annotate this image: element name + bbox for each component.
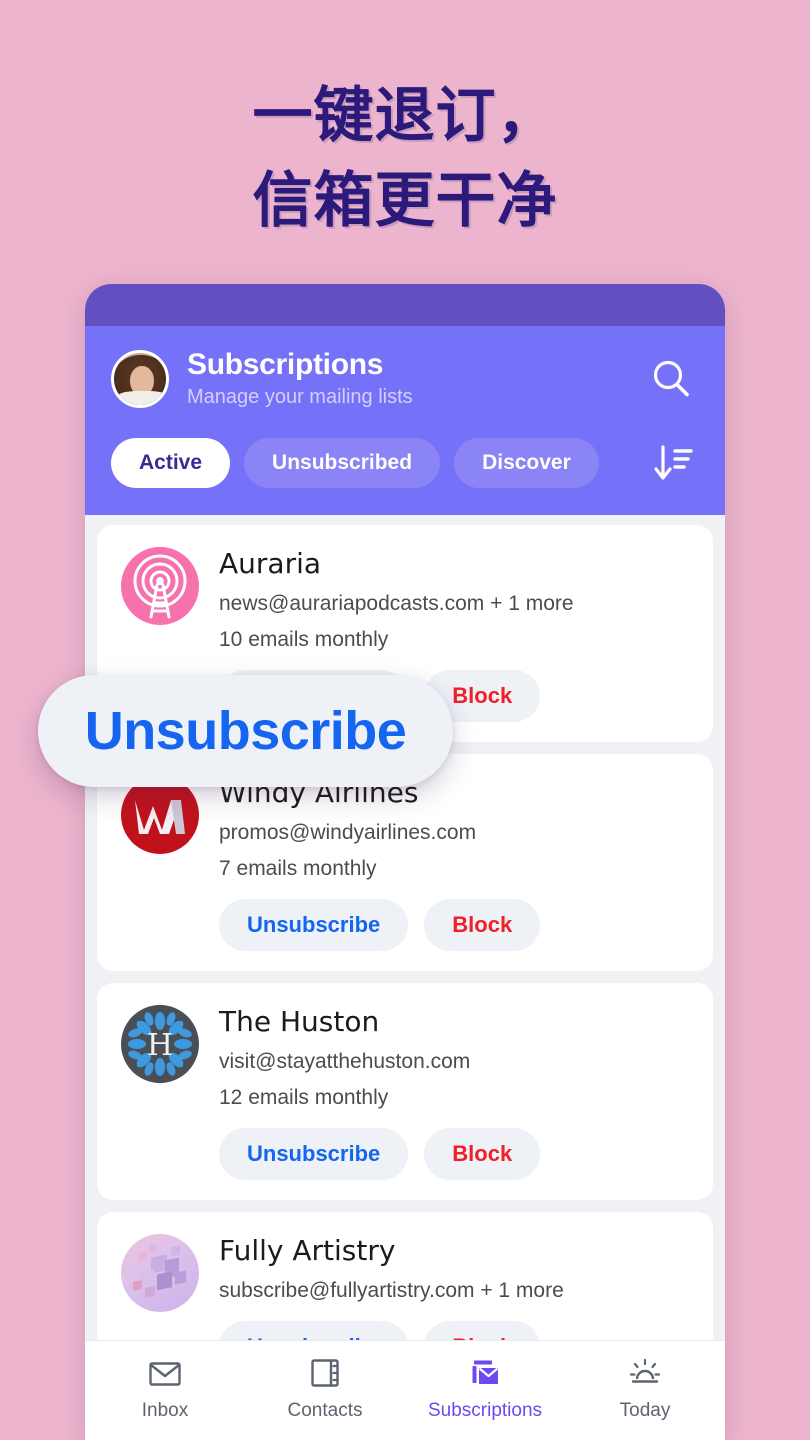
- headline-line-2: 信箱更干净: [252, 166, 558, 237]
- table-row[interactable]: H The Huston visit@stayatthehuston.com 1…: [97, 982, 713, 1200]
- promo-headline: 一键退订， 信箱更干净: [0, 74, 810, 244]
- unsubscribe-button[interactable]: Unsubscribe: [219, 1127, 409, 1180]
- card-actions: Unsubscribe Block: [219, 898, 689, 951]
- nav-label-contacts: Contacts: [287, 1400, 363, 1421]
- bottom-navigation: Inbox Contacts Subscriptions Today: [85, 1340, 725, 1440]
- sender-name: The Huston: [219, 1004, 380, 1038]
- huston-petal-monogram-icon: H: [121, 1004, 199, 1083]
- search-button[interactable]: [643, 351, 699, 407]
- page-title: Subscriptions: [187, 348, 384, 381]
- sender-name: Fully Artistry: [219, 1233, 396, 1267]
- sort-button[interactable]: [647, 437, 699, 489]
- unsubscribe-callout-label: Unsubscribe: [84, 701, 407, 761]
- search-icon: [653, 360, 689, 396]
- card-body: The Huston visit@stayatthehuston.com 12 …: [219, 1005, 689, 1180]
- header-top-row: Subscriptions Manage your mailing lists: [111, 348, 699, 409]
- nav-label-inbox: Inbox: [141, 1400, 189, 1421]
- nav-item-today[interactable]: Today: [565, 1355, 725, 1422]
- sender-email: subscribe@fullyartistry.com + 1 more: [219, 1278, 564, 1302]
- avatar[interactable]: [111, 349, 169, 408]
- card-body: Windy Airlines promos@windyairlines.com …: [219, 776, 689, 951]
- nav-item-subscriptions[interactable]: Subscriptions: [405, 1355, 565, 1422]
- card-actions: Unsubscribe Block: [219, 1127, 689, 1180]
- contact-card-icon: [311, 1359, 339, 1387]
- app-header: Subscriptions Manage your mailing lists …: [85, 326, 725, 515]
- block-button[interactable]: Block: [424, 898, 541, 951]
- card-actions: Unsubscribe Block: [219, 1320, 689, 1340]
- chip-discover[interactable]: Discover: [454, 438, 599, 488]
- filter-chips: Active Unsubscribed Discover: [111, 437, 699, 489]
- nav-label-today: Today: [619, 1400, 671, 1421]
- unsubscribe-button[interactable]: Unsubscribe: [219, 898, 409, 951]
- headline-line-1: 一键退订，: [252, 81, 558, 151]
- avatar-shirt: [116, 390, 166, 405]
- block-button[interactable]: Block: [424, 1127, 541, 1180]
- chip-active[interactable]: Active: [111, 438, 231, 488]
- card-body: Fully Artistry subscribe@fullyartistry.c…: [219, 1234, 689, 1340]
- windy-airlines-monogram-icon: [121, 775, 199, 854]
- status-bar: [85, 284, 725, 326]
- nav-item-inbox[interactable]: Inbox: [85, 1355, 245, 1422]
- page-subtitle: Manage your mailing lists: [187, 386, 413, 408]
- envelope-icon: [149, 1362, 181, 1386]
- subscriptions-envelope-icon: [472, 1360, 499, 1384]
- nav-label-subscriptions: Subscriptions: [427, 1400, 543, 1421]
- subscription-list[interactable]: Auraria news@aurariapodcasts.com + 1 mor…: [85, 515, 725, 1340]
- sunrise-icon: [629, 1358, 661, 1383]
- unsubscribe-button[interactable]: Unsubscribe: [219, 1320, 409, 1340]
- phone-mockup: Subscriptions Manage your mailing lists …: [85, 284, 725, 1440]
- sender-email: promos@windyairlines.com: [219, 820, 477, 844]
- nav-item-contacts[interactable]: Contacts: [245, 1355, 405, 1422]
- svg-text:H: H: [147, 1028, 173, 1063]
- table-row[interactable]: Fully Artistry subscribe@fullyartistry.c…: [97, 1211, 713, 1340]
- cubes-artwork-icon: [121, 1233, 199, 1312]
- sort-descending-icon: [654, 445, 693, 480]
- sender-email: news@aurariapodcasts.com + 1 more: [219, 591, 574, 615]
- unsubscribe-callout[interactable]: Unsubscribe: [38, 675, 453, 787]
- email-frequency: 12 emails monthly: [219, 1085, 389, 1109]
- sender-email: visit@stayatthehuston.com: [219, 1049, 471, 1073]
- chip-unsubscribed[interactable]: Unsubscribed: [244, 438, 441, 488]
- block-button[interactable]: Block: [424, 1320, 541, 1340]
- email-frequency: 10 emails monthly: [219, 627, 389, 651]
- email-frequency: 7 emails monthly: [219, 856, 377, 880]
- header-titles: Subscriptions Manage your mailing lists: [187, 348, 625, 409]
- broadcast-tower-icon: [121, 547, 199, 625]
- sender-name: Auraria: [219, 547, 322, 580]
